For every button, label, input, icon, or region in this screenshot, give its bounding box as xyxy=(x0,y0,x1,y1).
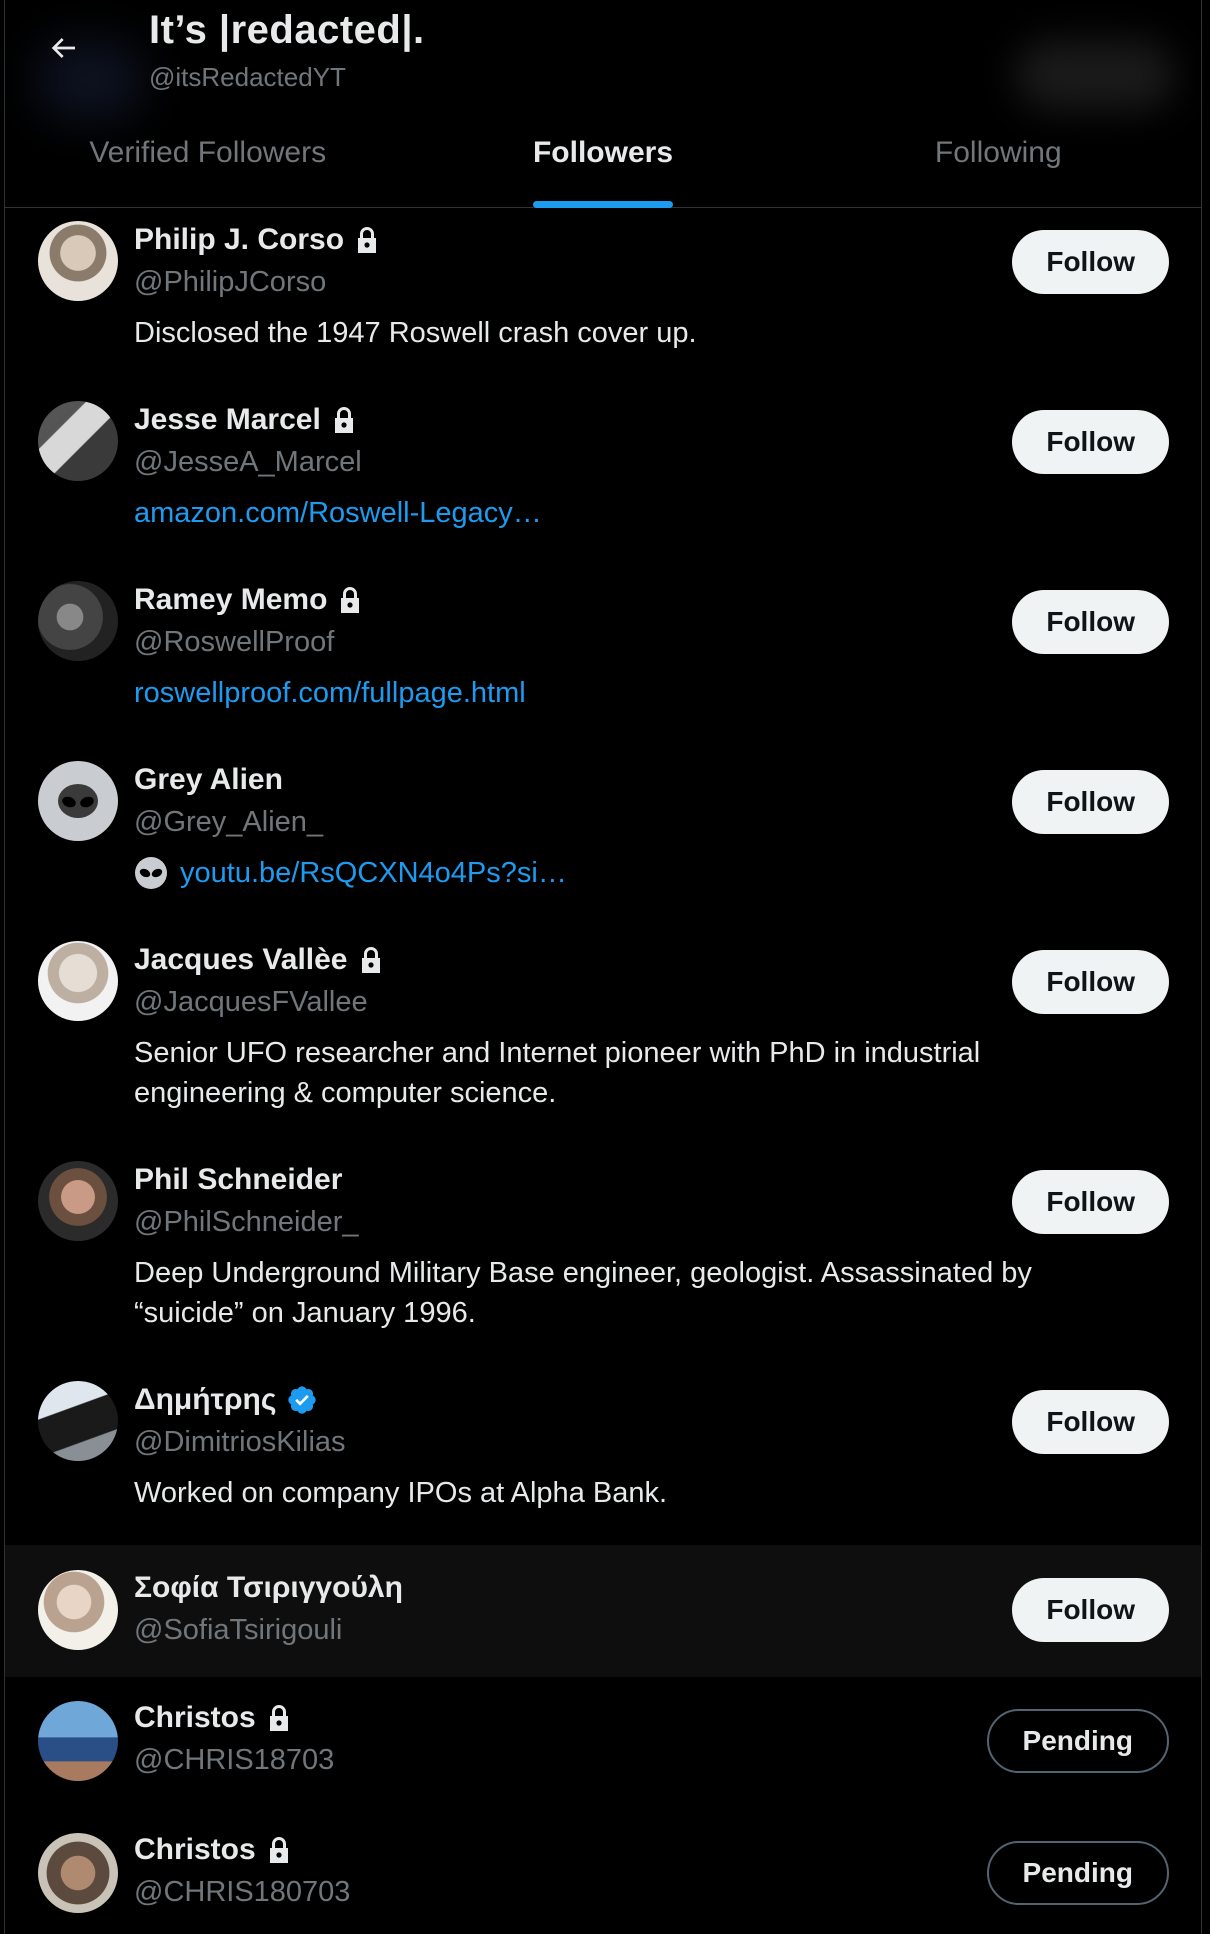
user-bio: Senior UFO researcher and Internet pione… xyxy=(134,1037,981,1109)
avatar[interactable] xyxy=(38,581,118,661)
tab-bar: Verified Followers Followers Following xyxy=(5,118,1201,208)
user-name[interactable]: Jesse Marcel xyxy=(134,403,321,437)
follow-button[interactable]: Follow xyxy=(1012,410,1169,474)
user-row[interactable]: Grey Alien @Grey_Alien_ youtu.be/RsQCXN4… xyxy=(5,749,1201,929)
avatar[interactable] xyxy=(38,1381,118,1461)
back-button[interactable] xyxy=(41,26,85,70)
page-header: It’s |redacted|. @itsRedactedYT Verified… xyxy=(5,0,1201,208)
arrow-left-icon xyxy=(51,38,75,58)
user-handle: @RoswellProof xyxy=(134,626,335,658)
user-name[interactable]: Ramey Memo xyxy=(134,583,327,617)
follow-button[interactable]: Follow xyxy=(1012,950,1169,1014)
follow-button[interactable]: Follow xyxy=(1012,770,1169,834)
profile-handle: @itsRedactedYT xyxy=(149,62,346,92)
user-bio-link[interactable]: amazon.com/Roswell-Legacy… xyxy=(134,493,1094,533)
user-handle: @JacquesFVallee xyxy=(134,986,368,1018)
avatar[interactable] xyxy=(38,941,118,1021)
user-handle: @CHRIS180703 xyxy=(134,1876,351,1908)
profile-title: It’s |redacted|. xyxy=(149,8,425,52)
user-name[interactable]: Philip J. Corso xyxy=(134,223,344,257)
user-name[interactable]: Δημήτρης xyxy=(134,1383,276,1417)
user-bio: Worked on company IPOs at Alpha Bank. xyxy=(134,1477,668,1509)
tab-following[interactable]: Following xyxy=(796,118,1201,208)
tab-followers[interactable]: Followers xyxy=(410,118,795,208)
follow-button[interactable]: Follow xyxy=(1012,230,1169,294)
pending-button[interactable]: Pending xyxy=(986,1709,1169,1773)
lock-icon xyxy=(266,1836,292,1864)
user-row[interactable]: Jesse Marcel @JesseA_Marcel amazon.com/R… xyxy=(5,389,1201,569)
user-name[interactable]: Phil Schneider xyxy=(134,1163,342,1197)
avatar[interactable] xyxy=(38,1161,118,1241)
user-bio: Deep Underground Military Base engineer,… xyxy=(134,1257,1032,1329)
verified-badge-icon xyxy=(286,1384,318,1416)
avatar[interactable] xyxy=(38,1833,118,1913)
tab-label: Following xyxy=(934,136,1062,169)
user-bio: Disclosed the 1947 Roswell crash cover u… xyxy=(134,317,697,349)
blurred-region xyxy=(1015,40,1175,110)
alien-emoji-icon xyxy=(135,857,167,889)
avatar[interactable] xyxy=(38,1570,118,1650)
user-handle: @DimitriosKilias xyxy=(134,1426,346,1458)
lock-icon xyxy=(358,946,384,974)
user-row[interactable]: Σοφία Τσιριγγούλη @SofiaTsirigouli Follo… xyxy=(5,1545,1201,1677)
user-row[interactable]: Δημήτρης @DimitriosKilias Worked on comp… xyxy=(5,1369,1201,1549)
user-name[interactable]: Christos xyxy=(134,1701,256,1735)
lock-icon xyxy=(331,406,357,434)
user-handle: @CHRIS18703 xyxy=(134,1744,335,1776)
follow-button[interactable]: Follow xyxy=(1012,1390,1169,1454)
user-bio-link[interactable]: roswellproof.com/fullpage.html xyxy=(134,673,1094,713)
user-row[interactable]: Jacques Vallèe @JacquesFVallee Senior UF… xyxy=(5,929,1201,1149)
user-name[interactable]: Christos xyxy=(134,1833,256,1867)
pending-button[interactable]: Pending xyxy=(986,1841,1169,1905)
lock-icon xyxy=(337,586,363,614)
lock-icon xyxy=(354,226,380,254)
user-bio-row: youtu.be/RsQCXN4o4Ps?si… xyxy=(134,853,1094,893)
lock-icon xyxy=(266,1704,292,1732)
active-tab-indicator xyxy=(533,201,673,208)
avatar[interactable] xyxy=(38,1701,118,1781)
user-row[interactable]: Christos @CHRIS18703 Pending xyxy=(5,1677,1201,1809)
avatar[interactable] xyxy=(38,761,118,841)
user-bio-link[interactable]: youtu.be/RsQCXN4o4Ps?si… xyxy=(180,853,567,893)
followers-page: It’s |redacted|. @itsRedactedYT Verified… xyxy=(4,0,1202,1934)
follow-button[interactable]: Follow xyxy=(1012,590,1169,654)
alien-head-icon xyxy=(58,784,98,818)
user-name[interactable]: Σοφία Τσιριγγούλη xyxy=(134,1571,403,1605)
tab-label: Verified Followers xyxy=(89,136,327,169)
user-row[interactable]: Phil Schneider @PhilSchneider_ Deep Unde… xyxy=(5,1149,1201,1369)
tab-label: Followers xyxy=(532,136,674,169)
follow-button[interactable]: Follow xyxy=(1012,1578,1169,1642)
user-handle: @SofiaTsirigouli xyxy=(134,1614,343,1646)
avatar[interactable] xyxy=(38,221,118,301)
user-handle: @PhilipJCorso xyxy=(134,266,327,298)
user-row[interactable]: Christos @CHRIS180703 Pending xyxy=(5,1809,1201,1934)
followers-list: Philip J. Corso @PhilipJCorso Disclosed … xyxy=(5,209,1201,1934)
user-name[interactable]: Grey Alien xyxy=(134,763,283,797)
follow-button[interactable]: Follow xyxy=(1012,1170,1169,1234)
user-name[interactable]: Jacques Vallèe xyxy=(134,943,348,977)
user-handle: @JesseA_Marcel xyxy=(134,446,362,478)
tab-verified-followers[interactable]: Verified Followers xyxy=(5,118,410,208)
user-handle: @Grey_Alien_ xyxy=(134,806,324,838)
user-row[interactable]: Ramey Memo @RoswellProof roswellproof.co… xyxy=(5,569,1201,749)
user-row[interactable]: Philip J. Corso @PhilipJCorso Disclosed … xyxy=(5,209,1201,389)
user-handle: @PhilSchneider_ xyxy=(134,1206,359,1238)
avatar[interactable] xyxy=(38,401,118,481)
